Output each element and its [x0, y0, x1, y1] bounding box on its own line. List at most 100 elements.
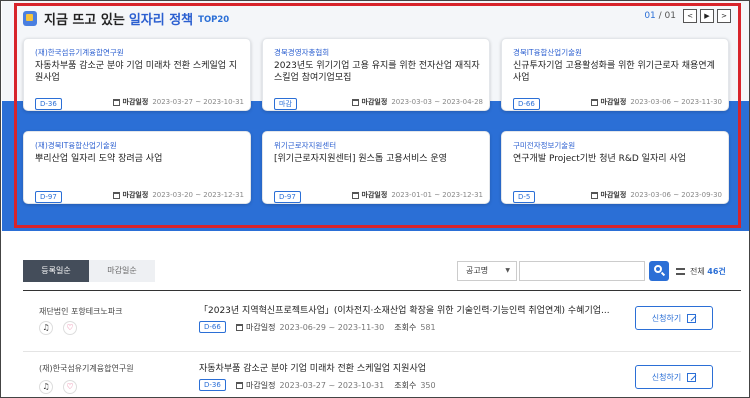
apply-label: 신청하기	[651, 372, 682, 382]
policy-card[interactable]: 경북경영자총협회 2023년도 위기기업 고용 유지를 위한 전자산업 재직자 …	[262, 38, 490, 111]
views-count: 350	[420, 381, 436, 390]
dday-badge: D-5	[513, 191, 536, 203]
total-number: 46건	[707, 267, 726, 276]
total-label: 전체	[690, 267, 705, 276]
apply-button[interactable]: 신청하기	[635, 365, 713, 389]
apply-label: 신청하기	[651, 313, 682, 323]
tab-sort-registered[interactable]: 등록일순	[23, 260, 89, 282]
prev-button[interactable]: <	[683, 9, 697, 23]
page-current: 01	[644, 11, 656, 21]
heart-icon[interactable]: ♡	[63, 321, 77, 335]
row-divider	[23, 351, 741, 352]
carousel-pager: 01 / 01 < ▶ >	[644, 9, 731, 23]
sort-tabs: 등록일순 마감일순	[23, 260, 155, 282]
calendar-icon	[590, 98, 598, 106]
dday-badge: D-66	[199, 321, 226, 333]
list-top-divider	[23, 290, 741, 291]
tab-sort-deadline[interactable]: 마감일순	[89, 260, 155, 282]
card-deadline: 마감일정 2023-03-06 ~ 2023-09-30	[590, 190, 722, 200]
deadline-period: 2023-01-01 ~ 2023-12-31	[391, 191, 483, 199]
header-tag: TOP20	[198, 14, 230, 25]
calendar-icon	[351, 191, 359, 199]
calendar-icon	[236, 382, 243, 389]
calendar-icon	[236, 324, 243, 331]
apply-button[interactable]: 신청하기	[635, 306, 713, 330]
deadline-period: 2023-03-06 ~ 2023-09-30	[630, 191, 722, 199]
dday-badge: 마감	[274, 98, 297, 110]
card-org: (재)경북IT융합산업기술원	[35, 141, 117, 150]
header-title-prefix: 지금 뜨고 있는	[44, 12, 125, 28]
policy-card[interactable]: 경북IT융합산업기술원 신규투자기업 고용활성화를 위한 위기근로자 채용연계 …	[501, 38, 729, 111]
dday-badge: D-36	[199, 379, 226, 391]
card-title: 2023년도 위기기업 고용 유지를 위한 전자산업 재직자 스킬업 참여기업모…	[274, 61, 480, 83]
views-label: 조회수	[394, 381, 417, 390]
card-title: 자동차부품 감소군 분야 기업 미래차 전환 스케일업 지원사업	[35, 61, 238, 83]
card-org: 경북IT융합산업기술원	[513, 48, 582, 57]
row-title[interactable]: 자동차부품 감소군 분야 기업 미래차 전환 스케일업 지원사업	[199, 361, 426, 374]
folder-icon	[23, 10, 37, 26]
page-total: / 01	[658, 11, 676, 21]
card-title: 연구개발 Project기반 청년 R&D 일자리 사업	[513, 154, 686, 164]
list-icon	[676, 268, 685, 275]
card-org: 경북경영자총협회	[274, 48, 330, 57]
row-org: (재)한국섬유기계융합연구원	[39, 364, 134, 373]
card-deadline: 마감일정 2023-03-27 ~ 2023-10-31	[112, 97, 244, 107]
deadline-label: 마감일정	[122, 191, 149, 199]
card-deadline: 마감일정 2023-03-20 ~ 2023-12-31	[112, 190, 244, 200]
deadline-label: 마감일정	[361, 191, 388, 199]
edit-icon	[687, 372, 697, 382]
deadline-label: 마감일정	[600, 191, 627, 199]
deadline-period: 2023-03-06 ~ 2023-11-30	[630, 98, 722, 106]
total-count: 전체 46건	[676, 266, 726, 277]
card-deadline: 마감일정 2023-03-03 ~ 2023-04-28	[351, 97, 483, 107]
search-field-select[interactable]: 공고명 ▼	[457, 261, 517, 281]
policy-card[interactable]: (재)경북IT융합산업기술원 뿌리산업 일자리 도약 장려금 사업 D-97 마…	[23, 131, 251, 204]
calendar-icon	[112, 98, 120, 106]
edit-icon	[687, 313, 697, 323]
calendar-icon	[112, 191, 120, 199]
views-label: 조회수	[394, 323, 417, 332]
policy-card[interactable]: (재)한국섬유기계융합연구원 자동차부품 감소군 분야 기업 미래차 전환 스케…	[23, 38, 251, 111]
deadline-period: 2023-03-27 ~ 2023-10-31	[152, 98, 244, 106]
deadline-period: 2023-03-20 ~ 2023-12-31	[152, 191, 244, 199]
dday-badge: D-97	[35, 191, 62, 203]
dday-badge: D-66	[513, 98, 540, 110]
views-count: 581	[420, 323, 436, 332]
row-title[interactable]: 「2023년 지역혁신프로젝트사업」(이차전지·소재산업 확장을 위한 기술인력…	[199, 303, 610, 316]
deadline-period: 2023-03-27 ~ 2023-10-31	[279, 381, 385, 390]
bell-icon[interactable]: ♫	[39, 321, 53, 335]
header-title-main: 일자리 정책	[128, 12, 194, 28]
card-org: 위기근로자지원센터	[274, 141, 337, 150]
page-indicator: 01 / 01	[644, 11, 676, 21]
dday-badge: D-97	[274, 191, 301, 203]
deadline-label: 마감일정	[361, 98, 388, 106]
card-deadline: 마감일정 2023-01-01 ~ 2023-12-31	[351, 190, 483, 200]
policy-card[interactable]: 위기근로자지원센터 [위기근로자지원센터] 원스톱 고용서비스 운영 D-97 …	[262, 131, 490, 204]
play-button[interactable]: ▶	[700, 9, 714, 23]
deadline-period: 2023-06-29 ~ 2023-11-30	[279, 323, 385, 332]
row-meta: 마감일정 2023-03-27 ~ 2023-10-31 조회수 350	[236, 380, 446, 391]
search-input[interactable]	[519, 261, 645, 281]
card-org: (재)한국섬유기계융합연구원	[35, 48, 124, 57]
card-title: [위기근로자지원센터] 원스톱 고용서비스 운영	[274, 154, 447, 164]
bell-icon[interactable]: ♫	[39, 380, 53, 394]
search-button[interactable]	[649, 261, 669, 281]
deadline-label: 마감일정	[122, 98, 149, 106]
policy-card[interactable]: 구미전자정보기술원 연구개발 Project기반 청년 R&D 일자리 사업 D…	[501, 131, 729, 204]
row-meta: 마감일정 2023-06-29 ~ 2023-11-30 조회수 581	[236, 322, 446, 333]
deadline-label: 마감일정	[600, 98, 627, 106]
band-spacer	[2, 231, 749, 243]
card-title: 뿌리산업 일자리 도약 장려금 사업	[35, 154, 163, 164]
chevron-down-icon: ▼	[505, 267, 510, 274]
page-frame: 지금 뜨고 있는 일자리 정책 TOP20 01 / 01 < ▶ > (재)한…	[0, 0, 750, 398]
deadline-period: 2023-03-03 ~ 2023-04-28	[391, 98, 483, 106]
section-header: 지금 뜨고 있는 일자리 정책 TOP20	[23, 8, 229, 28]
calendar-icon	[351, 98, 359, 106]
heart-icon[interactable]: ♡	[63, 380, 77, 394]
deadline-label: 마감일정	[246, 323, 276, 332]
card-deadline: 마감일정 2023-03-06 ~ 2023-11-30	[590, 97, 722, 107]
next-button[interactable]: >	[717, 9, 731, 23]
dday-badge: D-36	[35, 98, 62, 110]
deadline-label: 마감일정	[246, 381, 276, 390]
card-org: 구미전자정보기술원	[513, 141, 576, 150]
